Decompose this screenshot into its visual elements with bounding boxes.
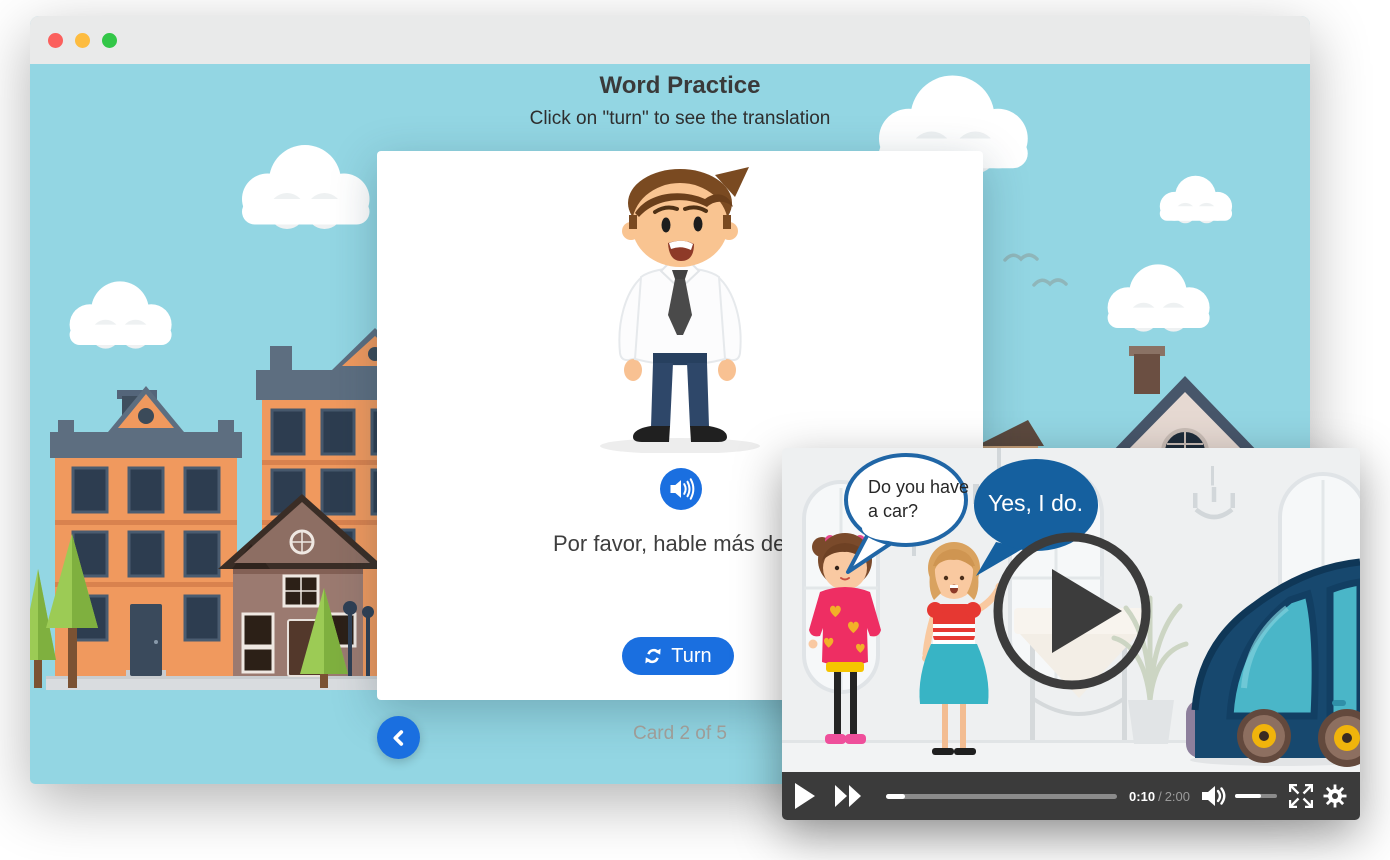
close-button[interactable] [48,33,63,48]
volume-button[interactable] [1202,785,1228,807]
volume-slider[interactable] [1235,794,1277,798]
flashcard-phrase: Por favor, hable más despa [553,531,821,557]
progress-played [886,794,905,799]
time-display: 0:10/2:00 [1129,789,1190,804]
play-audio-button[interactable] [660,468,702,510]
zoom-button[interactable] [102,33,117,48]
current-time: 0:10 [1129,789,1155,804]
turn-button[interactable]: Turn [622,637,734,675]
settings-button[interactable] [1323,784,1347,808]
volume-fill [1235,794,1261,798]
question-line-1: Do you have [868,475,969,499]
speech-bubble-question: Do you have a car? [868,475,969,523]
page-subtitle: Click on "turn" to see the translation [307,108,1053,130]
fullscreen-icon [1289,784,1313,808]
building-left-orange [50,386,242,676]
video-controls: 0:10/2:00 [782,772,1360,820]
house-cream-right [1108,346,1262,458]
screenshot-stage: Word Practice Click on "turn" to see the… [0,0,1390,860]
window-titlebar[interactable] [30,16,1310,64]
gear-icon [1323,784,1347,808]
birds [1005,255,1066,285]
duration: 2:00 [1165,789,1190,804]
play-icon [795,783,815,809]
play-button[interactable] [795,783,815,809]
fast-forward-icon [835,785,862,807]
fast-forward-button[interactable] [835,785,862,807]
fullscreen-button[interactable] [1289,784,1313,808]
volume-icon [1202,785,1228,807]
speech-bubble-answer: Yes, I do. [988,490,1083,517]
refresh-icon [644,647,662,665]
progress-bar[interactable] [886,794,1117,799]
cartoon-man-illustration [565,163,795,453]
question-line-2: a car? [868,499,969,523]
minimize-button[interactable] [75,33,90,48]
page-title: Word Practice [377,72,983,100]
time-separator: / [1158,789,1162,804]
video-player: Do you have a car? Yes, I do. 0:10/2:00 [782,448,1360,820]
turn-label: Turn [671,645,711,668]
video-play-overlay-button[interactable] [988,527,1156,695]
speaker-icon [664,472,698,506]
